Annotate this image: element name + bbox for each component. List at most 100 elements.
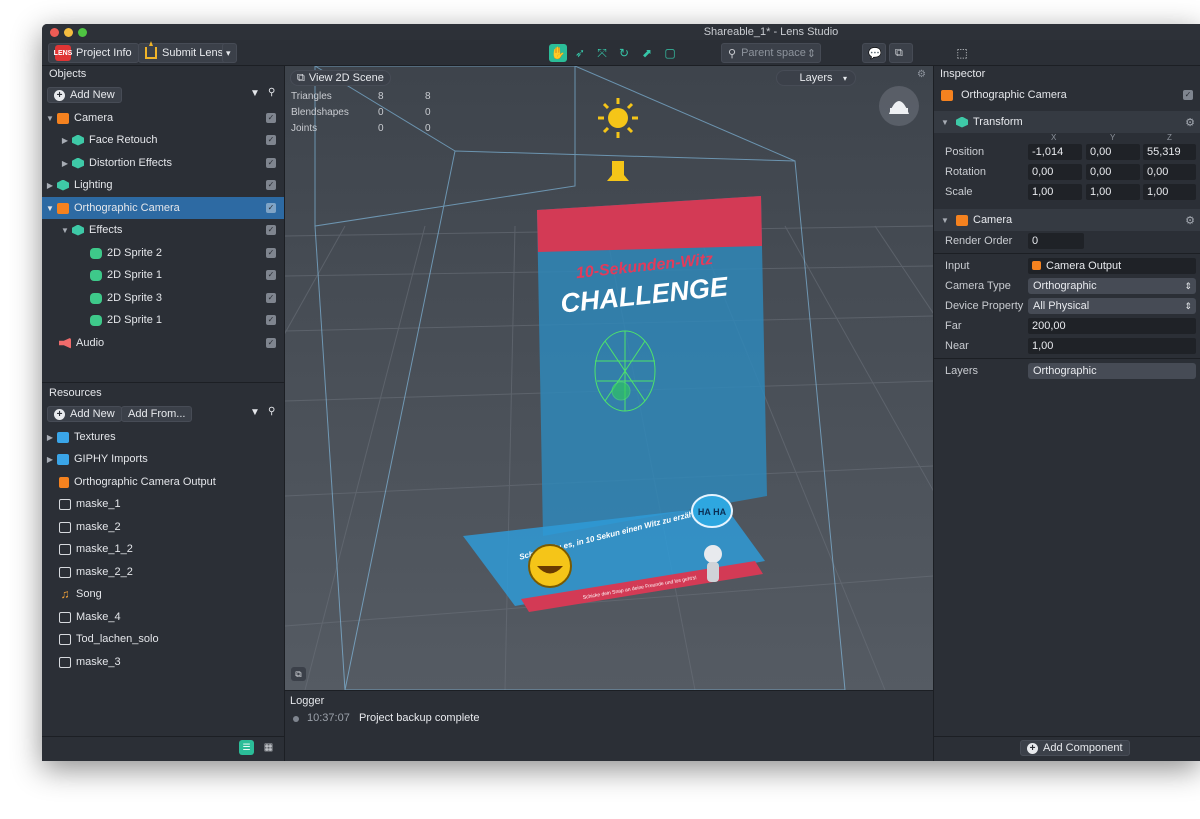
- layers-dropdown[interactable]: Layers ▾: [776, 70, 856, 86]
- resource-item-image[interactable]: Maske_4: [42, 606, 284, 628]
- visibility-checkbox[interactable]: ✓: [266, 293, 276, 303]
- hand-tool-button[interactable]: ✋: [549, 44, 567, 62]
- transform-component-header[interactable]: ▼ Transform ⚙: [934, 111, 1200, 133]
- snapchat-preview-button[interactable]: 💬: [862, 43, 886, 63]
- object-item-face-retouch[interactable]: ▶ Face Retouch ✓: [42, 129, 284, 151]
- near-field[interactable]: 1,00: [1028, 338, 1196, 354]
- object-item-orthographic-camera[interactable]: ▼ Orthographic Camera ✓: [42, 197, 284, 219]
- expand-arrow-icon[interactable]: ▶: [45, 433, 55, 442]
- resource-item-image[interactable]: maske_2: [42, 516, 284, 538]
- expand-arrow-icon[interactable]: ▼: [45, 204, 55, 213]
- grid-view-button[interactable]: ▦: [261, 740, 276, 755]
- expand-arrow-icon[interactable]: ▶: [60, 136, 70, 145]
- resource-item-song[interactable]: ♫ Song: [42, 583, 284, 605]
- visibility-checkbox[interactable]: ✓: [266, 135, 276, 145]
- object-item-camera[interactable]: ▼ Camera ✓: [42, 107, 284, 129]
- visibility-checkbox[interactable]: ✓: [266, 203, 276, 213]
- gear-icon[interactable]: ⚙: [1185, 116, 1195, 129]
- resource-item-image[interactable]: maske_2_2: [42, 561, 284, 583]
- camera-component-header[interactable]: ▼ Camera ⚙: [934, 209, 1200, 231]
- rotation-z-field[interactable]: 0,00: [1143, 164, 1196, 180]
- transform-tool-button[interactable]: ⬈: [638, 44, 656, 62]
- resource-item-giphy-imports[interactable]: ▶ GIPHY Imports: [42, 448, 284, 470]
- object-item-audio[interactable]: Audio ✓: [42, 332, 284, 354]
- device-property-select[interactable]: All Physical ⇕: [1028, 298, 1196, 314]
- visibility-checkbox[interactable]: ✓: [266, 180, 276, 190]
- submit-lens-button[interactable]: Submit Lens: [138, 41, 231, 63]
- resource-item-textures[interactable]: ▶ Textures: [42, 426, 284, 448]
- visibility-checkbox[interactable]: ✓: [266, 315, 276, 325]
- position-x-field[interactable]: -1,014: [1028, 144, 1082, 160]
- submit-dropdown-button[interactable]: ▾: [222, 43, 237, 63]
- project-info-button[interactable]: LENS Project Info: [48, 43, 139, 63]
- camera-type-select[interactable]: Orthographic ⇕: [1028, 278, 1196, 294]
- objects-add-new-button[interactable]: + Add New: [47, 87, 122, 103]
- resource-item-image[interactable]: Tod_lachen_solo: [42, 628, 284, 650]
- object-item-effects[interactable]: ▼ Effects ✓: [42, 219, 284, 241]
- expand-arrow-icon[interactable]: ▼: [60, 226, 70, 235]
- add-component-button[interactable]: + Add Component: [1020, 740, 1130, 756]
- rotate-tool-button[interactable]: ↻: [615, 44, 633, 62]
- rotation-x-field[interactable]: 0,00: [1028, 164, 1082, 180]
- resource-item-camera-output[interactable]: Orthographic Camera Output: [42, 471, 284, 493]
- layers-select[interactable]: Orthographic: [1028, 363, 1196, 379]
- scale-x-field[interactable]: 1,00: [1028, 184, 1082, 200]
- panel-divider[interactable]: [42, 382, 285, 383]
- visibility-checkbox[interactable]: ✓: [266, 158, 276, 168]
- resource-item-image[interactable]: maske_3: [42, 651, 284, 673]
- resources-add-new-button[interactable]: + Add New: [47, 406, 122, 422]
- parent-space-select[interactable]: ⚲ Parent space ⇕: [721, 43, 821, 63]
- pair-device-button[interactable]: ⧉: [889, 43, 913, 63]
- sun-light-icon[interactable]: [598, 98, 638, 138]
- laughing-emoji-sprite[interactable]: [528, 544, 572, 588]
- scene-canvas[interactable]: 10-Sekunden-Witz CHALLENGE Schaffst du e…: [285, 66, 933, 690]
- position-y-field[interactable]: 0,00: [1086, 144, 1140, 160]
- object-item-2d-sprite[interactable]: 2D Sprite 3 ✓: [42, 287, 284, 309]
- list-view-button[interactable]: ☰: [239, 740, 254, 755]
- object-item-2d-sprite[interactable]: 2D Sprite 1 ✓: [42, 264, 284, 286]
- expand-arrow-icon[interactable]: ▶: [60, 159, 70, 168]
- scene-gizmo[interactable]: [879, 86, 919, 126]
- collapse-arrow-icon[interactable]: ▼: [940, 118, 950, 127]
- expand-arrow-icon[interactable]: ▼: [45, 114, 55, 123]
- select-mode-button[interactable]: ⬚: [953, 44, 971, 62]
- scale-z-field[interactable]: 1,00: [1143, 184, 1196, 200]
- gear-icon[interactable]: ⚙: [1185, 214, 1195, 227]
- scale-y-field[interactable]: 1,00: [1086, 184, 1140, 200]
- viewport-settings-icon[interactable]: ⚙: [917, 69, 926, 80]
- view-2d-scene-button[interactable]: ⧉ View 2D Scene: [290, 70, 391, 86]
- resource-item-image[interactable]: maske_1: [42, 493, 284, 515]
- inspector-object-name[interactable]: Orthographic Camera: [961, 89, 1067, 101]
- collapse-arrow-icon[interactable]: ▼: [940, 216, 950, 225]
- expand-arrow-icon[interactable]: ▶: [45, 455, 55, 464]
- object-item-2d-sprite[interactable]: 2D Sprite 2 ✓: [42, 242, 284, 264]
- visibility-checkbox[interactable]: ✓: [266, 113, 276, 123]
- resource-item-image[interactable]: maske_1_2: [42, 538, 284, 560]
- scale-tool-button[interactable]: ⤧: [593, 44, 611, 62]
- rotation-y-field[interactable]: 0,00: [1086, 164, 1140, 180]
- input-field[interactable]: Camera Output: [1028, 258, 1196, 274]
- render-target-icon: [1032, 261, 1041, 270]
- scene-viewport[interactable]: 10-Sekunden-Witz CHALLENGE Schaffst du e…: [285, 66, 933, 690]
- object-item-distortion-effects[interactable]: ▶ Distortion Effects ✓: [42, 152, 284, 174]
- object-item-2d-sprite[interactable]: 2D Sprite 1 ✓: [42, 309, 284, 331]
- rect-tool-button[interactable]: ▢: [661, 44, 679, 62]
- far-field[interactable]: 200,00: [1028, 318, 1196, 334]
- add-from-button[interactable]: Add From...: [121, 406, 193, 422]
- filter-icon[interactable]: ▼: [250, 88, 260, 99]
- move-tool-button[interactable]: ➶: [571, 44, 589, 62]
- search-icon[interactable]: ⚲: [268, 406, 275, 417]
- bubble-text: HA HA: [698, 507, 727, 517]
- frame-scene-button[interactable]: ⧉: [291, 667, 306, 681]
- filter-icon[interactable]: ▼: [250, 407, 260, 418]
- visibility-checkbox[interactable]: ✓: [266, 270, 276, 280]
- visibility-checkbox[interactable]: ✓: [266, 225, 276, 235]
- expand-arrow-icon[interactable]: ▶: [45, 181, 55, 190]
- position-z-field[interactable]: 55,319: [1143, 144, 1196, 160]
- render-order-field[interactable]: 0: [1028, 233, 1084, 249]
- visibility-checkbox[interactable]: ✓: [266, 338, 276, 348]
- object-enabled-checkbox[interactable]: ✓: [1183, 90, 1193, 100]
- object-item-lighting[interactable]: ▶ Lighting ✓: [42, 174, 284, 196]
- search-icon[interactable]: ⚲: [268, 87, 275, 98]
- visibility-checkbox[interactable]: ✓: [266, 248, 276, 258]
